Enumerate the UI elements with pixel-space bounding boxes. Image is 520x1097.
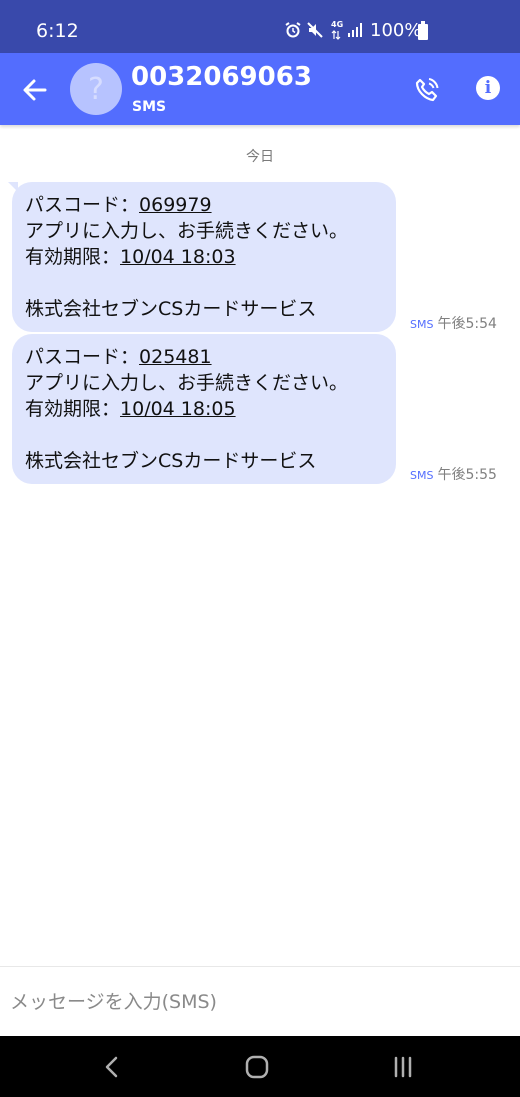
- nav-recents-icon[interactable]: [388, 1052, 418, 1082]
- expiry-label: 有効期限：: [25, 246, 121, 268]
- back-arrow-icon[interactable]: [18, 73, 52, 107]
- expiry-line: 有効期限：10/04 18:03: [25, 244, 384, 270]
- contact-avatar[interactable]: ?: [70, 63, 122, 115]
- message-meta: SMS 午後5:54: [410, 313, 497, 333]
- message-bubble[interactable]: パスコード：069979 アプリに入力し、お手続きください。 有効期限：10/0…: [12, 182, 396, 332]
- nav-home-icon[interactable]: [242, 1052, 272, 1082]
- contact-type: SMS: [132, 99, 167, 115]
- nav-back-icon[interactable]: [97, 1052, 127, 1082]
- sms-tag: SMS: [410, 469, 434, 482]
- contact-number[interactable]: 0032069063: [131, 62, 312, 92]
- message-bubble[interactable]: パスコード：025481 アプリに入力し、お手続きください。 有効期限：10/0…: [12, 334, 396, 484]
- passcode-link[interactable]: 069979: [139, 194, 212, 216]
- instruction-text: アプリに入力し、お手続きください。: [25, 220, 349, 242]
- phone-call-icon[interactable]: [412, 75, 442, 105]
- mute-icon: [307, 22, 323, 38]
- date-divider: 今日: [246, 149, 274, 165]
- sms-tag: SMS: [410, 318, 434, 331]
- expiry-line: 有効期限：10/04 18:05: [25, 396, 384, 422]
- passcode-line: パスコード：069979: [25, 192, 384, 218]
- status-bar: 6:12 4G 100%: [0, 0, 520, 53]
- message-time: 午後5:55: [437, 467, 497, 483]
- message-time: 午後5:54: [437, 316, 497, 332]
- passcode-link[interactable]: 025481: [139, 346, 212, 368]
- unknown-contact-icon: ?: [88, 71, 104, 107]
- passcode-label: パスコード：: [25, 194, 140, 216]
- expiry-label: 有効期限：: [25, 398, 121, 420]
- expiry-link[interactable]: 10/04 18:05: [120, 398, 236, 420]
- data-arrows-icon: [331, 30, 341, 40]
- network-label: 4G: [331, 20, 344, 29]
- expiry-link[interactable]: 10/04 18:03: [120, 246, 236, 268]
- alarm-icon: [285, 22, 301, 38]
- conversation-header: ? 0032069063 SMS i: [0, 53, 520, 125]
- info-icon[interactable]: i: [476, 76, 500, 100]
- message-input[interactable]: [10, 987, 490, 1017]
- battery-percent: 100%: [370, 20, 422, 41]
- passcode-line: パスコード：025481: [25, 344, 384, 370]
- status-time: 6:12: [36, 20, 79, 42]
- signal-icon: [348, 23, 362, 37]
- message-composer: [0, 966, 520, 1036]
- instruction-text: アプリに入力し、お手続きください。: [25, 372, 349, 394]
- sender-text: 株式会社セブンCSカードサービス: [25, 298, 317, 320]
- sender-text: 株式会社セブンCSカードサービス: [25, 450, 317, 472]
- message-meta: SMS 午後5:55: [410, 464, 497, 484]
- battery-icon: [418, 21, 428, 40]
- passcode-label: パスコード：: [25, 346, 140, 368]
- system-nav-bar: [0, 1036, 520, 1097]
